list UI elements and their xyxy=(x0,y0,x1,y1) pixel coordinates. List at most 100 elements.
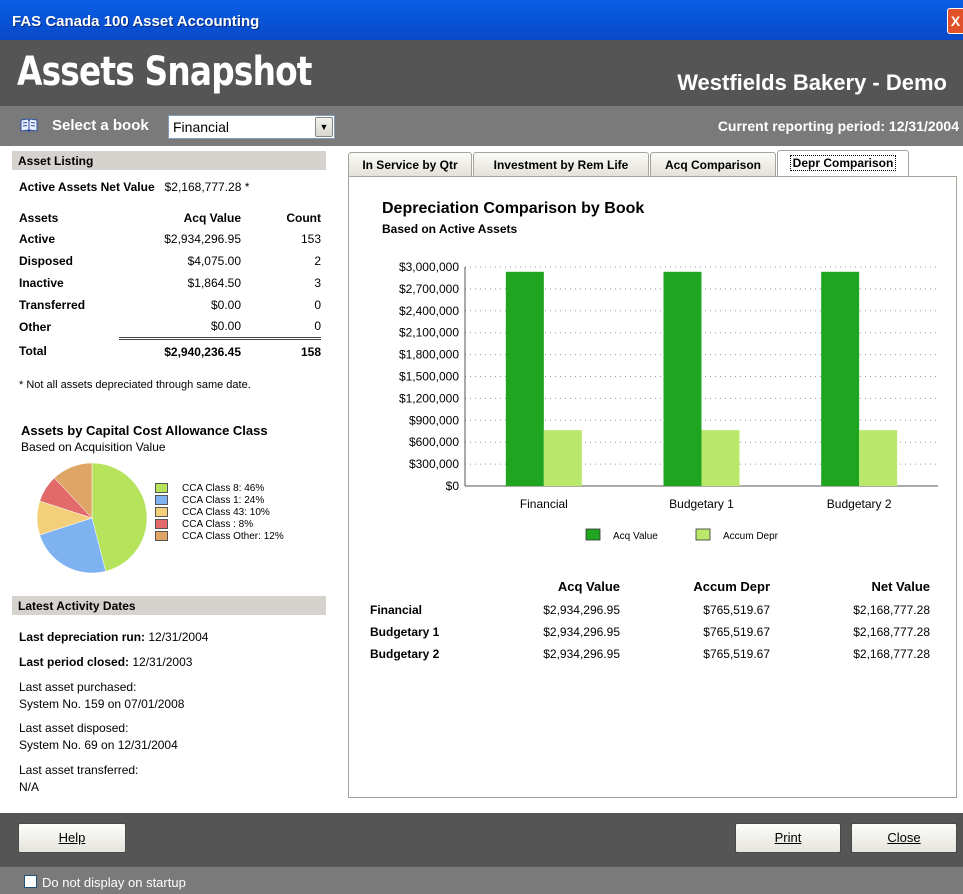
chart-title: Depreciation Comparison by Book xyxy=(382,200,645,217)
footer-bar: Help Print Close xyxy=(0,813,963,867)
column-header: Assets xyxy=(19,211,59,225)
y-tick-label: $300,000 xyxy=(409,457,459,471)
legend-label: Accum Depr xyxy=(723,531,779,542)
activity-heading: Latest Activity Dates xyxy=(12,596,326,615)
pie-title: Assets by Capital Cost Allowance Class xyxy=(21,423,268,438)
row-label: Transferred xyxy=(19,298,86,312)
legend-swatch xyxy=(155,507,168,518)
row-value: $0.00 xyxy=(210,319,241,334)
column-header: Net Value xyxy=(871,578,930,594)
acq-value: $2,934,296.95 xyxy=(543,625,620,639)
accum-depr: $765,519.67 xyxy=(703,647,770,661)
y-tick-label: $3,000,000 xyxy=(399,260,459,274)
total-row: Total $2,940,236.45 158 xyxy=(19,336,321,364)
pie-legend: CCA Class 8: 46% CCA Class 1: 24% CCA Cl… xyxy=(155,483,284,543)
row-label: Budgetary 2 xyxy=(370,647,440,661)
legend-swatch xyxy=(155,519,168,530)
net-value: $2,168,777.28 xyxy=(853,603,930,617)
page-header: Assets Snapshot Westfields Bakery - Demo xyxy=(0,40,963,106)
legend-item: CCA Class : 8% xyxy=(155,519,284,531)
table-row: Budgetary 1 $2,934,296.95 $765,519.67 $2… xyxy=(370,621,930,643)
last-closed-line: Last period closed: 12/31/2003 xyxy=(19,655,192,669)
bar xyxy=(859,430,898,486)
last-transferred-label: Last asset transferred: xyxy=(19,763,139,777)
legend-item: CCA Class Other: 12% xyxy=(155,531,284,543)
book-select[interactable]: Financial ▼ xyxy=(168,115,335,139)
tab-in-service-by-qtr[interactable]: In Service by Qtr xyxy=(348,152,472,177)
legend-label: CCA Class Other: 12% xyxy=(182,531,284,542)
close-button-label: Close xyxy=(887,830,921,845)
asset-note: * Not all assets depreciated through sam… xyxy=(19,379,251,391)
row-value: $4,075.00 xyxy=(187,254,241,268)
legend-swatch xyxy=(695,528,711,541)
legend-label: CCA Class : 8% xyxy=(182,519,254,530)
row-value: $0.00 xyxy=(210,298,241,312)
asset-listing-heading: Asset Listing xyxy=(12,151,326,170)
select-book-label: Select a book xyxy=(52,117,149,134)
accum-depr: $765,519.67 xyxy=(703,625,770,639)
window-titlebar: FAS Canada 100 Asset Accounting X xyxy=(0,0,963,40)
y-tick-label: $1,200,000 xyxy=(399,391,459,405)
y-tick-label: $2,100,000 xyxy=(399,326,459,340)
row-label: Disposed xyxy=(19,254,74,268)
tab-investment-by-rem-life[interactable]: Investment by Rem Life xyxy=(473,152,649,177)
net-value-label: Active Assets Net Value xyxy=(19,180,155,194)
column-header: Count xyxy=(286,211,321,225)
y-tick-label: $1,800,000 xyxy=(399,348,459,362)
page-title: Assets Snapshot xyxy=(17,49,312,95)
tab-acq-comparison[interactable]: Acq Comparison xyxy=(650,152,776,177)
table-row: Budgetary 2 $2,934,296.95 $765,519.67 $2… xyxy=(370,643,930,665)
last-purchased-label: Last asset purchased: xyxy=(19,680,137,694)
y-tick-label: $2,400,000 xyxy=(399,304,459,318)
last-purchased-value: System No. 159 on 07/01/2008 xyxy=(19,697,185,711)
column-header: Acq Value xyxy=(557,578,620,594)
last-depr-label: Last depreciation run: xyxy=(19,630,146,644)
bar xyxy=(821,271,860,486)
net-value: $2,168,777.28 xyxy=(853,647,930,661)
help-button[interactable]: Help xyxy=(18,823,126,853)
row-label: Budgetary 1 xyxy=(370,625,440,639)
column-header: Accum Depr xyxy=(693,578,770,594)
row-count: 2 xyxy=(314,254,321,268)
total-value: $2,940,236.45 xyxy=(119,336,241,364)
last-closed-label: Last period closed: xyxy=(19,655,130,669)
x-tick-label: Financial xyxy=(520,497,568,511)
legend-label: Acq Value xyxy=(613,531,658,542)
company-name: Westfields Bakery - Demo xyxy=(677,70,947,95)
legend-item: CCA Class 1: 24% xyxy=(155,495,284,507)
close-button[interactable]: Close xyxy=(851,823,957,853)
legend-label: CCA Class 1: 24% xyxy=(182,495,265,506)
value-table: Acq Value Accum Depr Net Value Financial… xyxy=(370,573,930,665)
tab-depr-comparison[interactable]: Depr Comparison xyxy=(777,150,909,177)
last-closed-value: 12/31/2003 xyxy=(132,655,193,669)
book-icon xyxy=(20,118,38,133)
net-value: $2,168,777.28 xyxy=(853,625,930,639)
cca-pie-chart xyxy=(36,462,148,574)
bar xyxy=(543,430,582,486)
window-title: FAS Canada 100 Asset Accounting xyxy=(12,13,260,30)
chevron-down-icon[interactable]: ▼ xyxy=(315,117,333,137)
close-window-icon[interactable]: X xyxy=(947,8,963,34)
print-button[interactable]: Print xyxy=(735,823,841,853)
row-value: $1,864.50 xyxy=(187,276,241,290)
reporting-period: Current reporting period: 12/31/2004 xyxy=(717,118,959,134)
startup-checkbox-label[interactable]: Do not display on startup xyxy=(42,875,186,890)
table-row: Disposed $4,075.00 2 xyxy=(19,250,321,272)
chart-subtitle: Based on Active Assets xyxy=(382,222,518,236)
legend-swatch xyxy=(155,531,168,542)
y-tick-label: $600,000 xyxy=(409,435,459,449)
legend-swatch xyxy=(155,483,168,494)
last-depr-line: Last depreciation run: 12/31/2004 xyxy=(19,630,208,644)
column-header: Acq Value xyxy=(183,211,241,225)
column-header xyxy=(370,573,490,599)
row-count: 153 xyxy=(300,232,321,246)
net-value-line: Active Assets Net Value $2,168,777.28 * xyxy=(19,180,249,194)
last-disposed-value: System No. 69 on 12/31/2004 xyxy=(19,738,178,752)
pie-subtitle: Based on Acquisition Value xyxy=(21,440,166,454)
y-tick-label: $0 xyxy=(446,479,460,493)
acq-value: $2,934,296.95 xyxy=(543,603,620,617)
print-button-label: Print xyxy=(774,830,802,845)
help-button-label: Help xyxy=(58,830,86,845)
table-row: Financial $2,934,296.95 $765,519.67 $2,1… xyxy=(370,599,930,621)
startup-checkbox[interactable] xyxy=(24,875,37,888)
